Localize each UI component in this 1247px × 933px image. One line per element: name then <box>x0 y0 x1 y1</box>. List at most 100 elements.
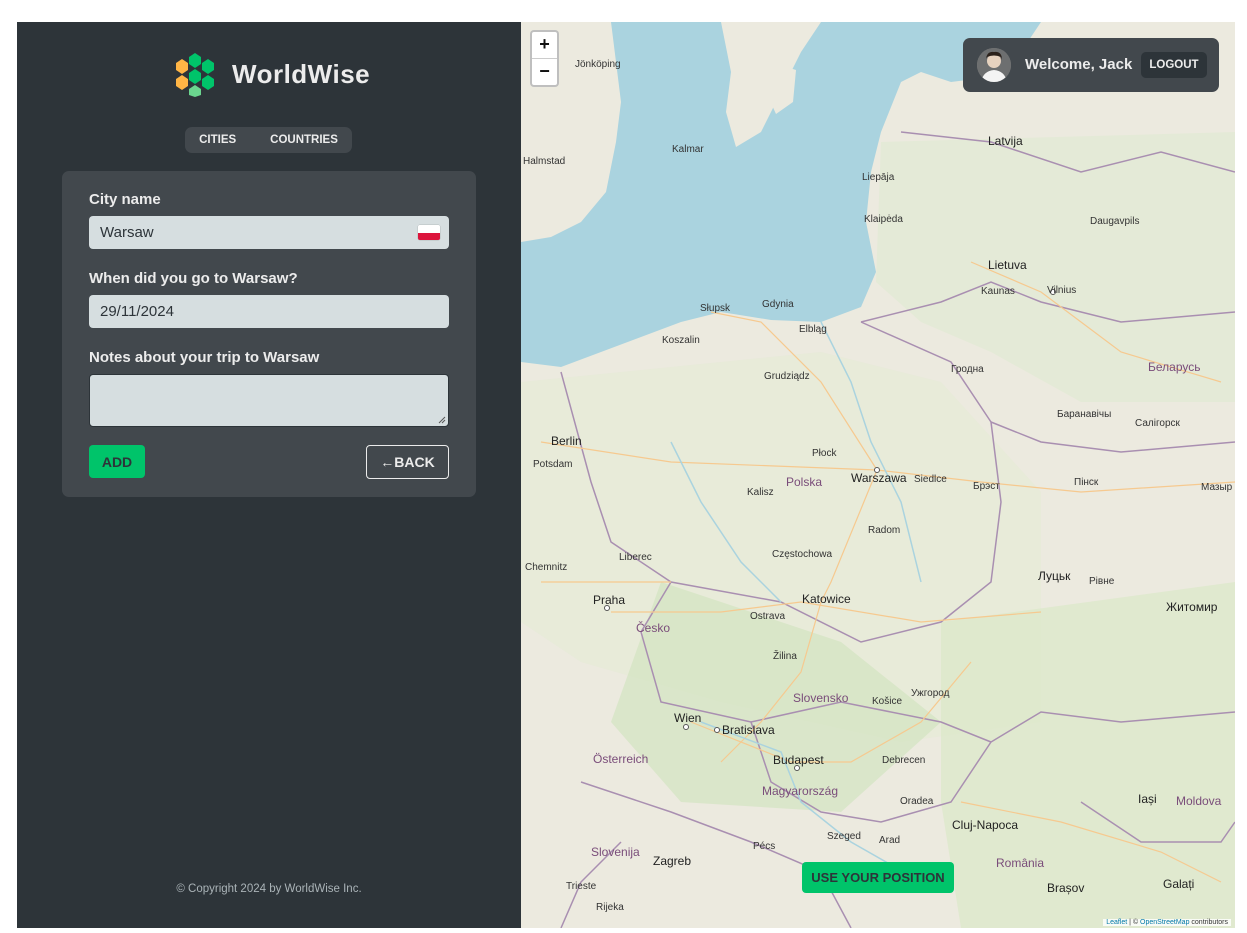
copyright-text: © Copyright 2024 by WorldWise Inc. <box>176 883 362 895</box>
map-label-polska: Polska <box>786 475 823 489</box>
notes-textarea[interactable] <box>89 374 449 427</box>
add-button[interactable]: ADD <box>89 445 145 478</box>
map-label-zhytomyr: Житомир <box>1166 600 1218 614</box>
app-root: WorldWise CITIES COUNTRIES City name War… <box>17 22 1235 928</box>
zoom-in-button[interactable]: + <box>532 32 557 59</box>
map-label-lietuva: Lietuva <box>988 258 1027 272</box>
map-label-zagreb: Zagreb <box>653 854 692 868</box>
map-container[interactable]: Latvija Lietuva Vilnius Kaunas Klaipėda … <box>521 22 1235 928</box>
sidebar: WorldWise CITIES COUNTRIES City name War… <box>17 22 521 928</box>
map-label-plock: Płock <box>812 448 837 459</box>
map-label-oradea: Oradea <box>900 796 934 807</box>
map-label-cesko: Česko <box>636 621 671 635</box>
map-label-belarus: Беларусь <box>1148 360 1201 374</box>
back-button[interactable]: ←BACK <box>366 445 449 479</box>
map-label-vilnius: Vilnius <box>1047 285 1077 296</box>
map-label-romania: România <box>996 856 1045 870</box>
map-label-pinsk: Пінск <box>1074 477 1099 488</box>
logo[interactable]: WorldWise <box>170 49 370 99</box>
map-label-gdynia: Gdynia <box>762 299 794 310</box>
map-label-slovensko: Slovensko <box>793 691 849 705</box>
map-label-moldova: Moldova <box>1176 794 1222 808</box>
welcome-text: Welcome, Jack <box>1025 56 1133 73</box>
map-label-mazyr: Мазыр <box>1201 482 1233 493</box>
tab-cities[interactable]: CITIES <box>182 127 253 153</box>
map-label-iasi: Iași <box>1138 792 1157 806</box>
map-label-ostrava: Ostrava <box>750 611 786 622</box>
map-label-salihorsk: Салігорск <box>1135 418 1180 429</box>
user-avatar-icon <box>977 48 1011 82</box>
map-attribution: Leaflet | © OpenStreetMap contributors <box>1103 919 1231 926</box>
leaflet-link[interactable]: Leaflet <box>1106 919 1127 926</box>
date-value: 29/11/2024 <box>100 303 174 320</box>
map-label-berlin: Berlin <box>551 434 582 448</box>
map-label-jonkoping: Jönköping <box>575 59 621 70</box>
map-label-magyarorszag: Magyarország <box>762 784 839 798</box>
map-label-katowice: Katowice <box>802 592 851 606</box>
map-label-liepaja: Liepāja <box>862 172 895 183</box>
map-label-klaipeda: Klaipėda <box>864 214 903 225</box>
map-label-baranavichy: Баранавічы <box>1057 409 1112 420</box>
osm-link[interactable]: OpenStreetMap <box>1140 919 1189 926</box>
map-label-brest: Брэст <box>973 481 1000 492</box>
logout-button[interactable]: LOGOUT <box>1141 52 1207 78</box>
map-label-trieste: Trieste <box>566 881 597 892</box>
map-label-uzhhorod: Ужгород <box>911 688 950 699</box>
zoom-control: + − <box>530 30 559 87</box>
map-label-cluj: Cluj-Napoca <box>952 818 1019 832</box>
map-label-koszalin: Koszalin <box>662 335 700 346</box>
map-label-potsdam: Potsdam <box>533 459 573 470</box>
poland-flag-icon <box>418 225 440 240</box>
map-label-daugavpils: Daugavpils <box>1090 216 1140 227</box>
map-label-rijeka: Rijeka <box>596 902 624 913</box>
city-name-label: City name <box>89 191 161 208</box>
map-label-kalmar: Kalmar <box>672 144 704 155</box>
map-label-szeged: Szeged <box>827 831 861 842</box>
tab-nav: CITIES COUNTRIES <box>185 127 352 153</box>
date-input[interactable]: 29/11/2024 <box>89 295 449 328</box>
add-city-form: City name Warsaw When did you go to Wars… <box>62 171 476 497</box>
map-label-siedlce: Siedlce <box>914 474 947 485</box>
attribution-tail: contributors <box>1189 919 1228 926</box>
map-label-latvija: Latvija <box>988 134 1023 148</box>
map-label-osterreich: Österreich <box>593 752 649 766</box>
city-name-value: Warsaw <box>100 224 154 241</box>
date-label: When did you go to Warsaw? <box>89 270 298 287</box>
map-label-kaunas: Kaunas <box>981 286 1015 297</box>
user-panel: Welcome, Jack LOGOUT <box>963 38 1219 92</box>
map-label-halmstad: Halmstad <box>523 156 566 167</box>
map-label-arad: Arad <box>879 835 901 846</box>
zoom-out-button[interactable]: − <box>532 59 557 86</box>
avatar <box>977 48 1011 82</box>
map-label-debrecen: Debrecen <box>882 755 926 766</box>
map-label-budapest: Budapest <box>773 753 824 767</box>
map-label-kalisz: Kalisz <box>747 487 774 498</box>
app-name: WorldWise <box>232 58 371 89</box>
map-label-pecs: Pécs <box>753 841 776 852</box>
map-label-zilina: Žilina <box>773 651 797 662</box>
map-label-radom: Radom <box>868 525 901 536</box>
globe-logo-icon <box>171 50 219 98</box>
map-label-liberec: Liberec <box>619 552 652 563</box>
map-label-wien: Wien <box>674 711 702 725</box>
map-label-grodno: Гродна <box>951 364 984 375</box>
map-label-praha: Praha <box>593 593 626 607</box>
map-label-bratislava: Bratislava <box>722 723 775 737</box>
map-label-galati: Galați <box>1163 877 1195 891</box>
resize-handle-icon[interactable] <box>438 416 446 424</box>
map-label-rivne: Рівне <box>1089 576 1115 587</box>
attribution-separator: | © <box>1127 919 1141 926</box>
map-label-czestochowa: Częstochowa <box>772 549 833 560</box>
map-label-slupsk: Słupsk <box>700 303 731 314</box>
map-label-grudziadz: Grudziądz <box>764 371 810 382</box>
map-label-chemnitz: Chemnitz <box>525 562 568 573</box>
map-label-slovenija: Slovenija <box>591 845 640 859</box>
tab-countries[interactable]: COUNTRIES <box>253 127 355 153</box>
use-position-button[interactable]: USE YOUR POSITION <box>802 862 954 893</box>
city-name-input[interactable]: Warsaw <box>89 216 449 249</box>
map-label-kosice: Košice <box>872 696 903 707</box>
map-label-brasov: Brașov <box>1047 881 1085 895</box>
map-label-elblag: Elbląg <box>799 324 827 335</box>
map-label-warszawa: Warszawa <box>851 471 907 485</box>
notes-label: Notes about your trip to Warsaw <box>89 349 320 366</box>
